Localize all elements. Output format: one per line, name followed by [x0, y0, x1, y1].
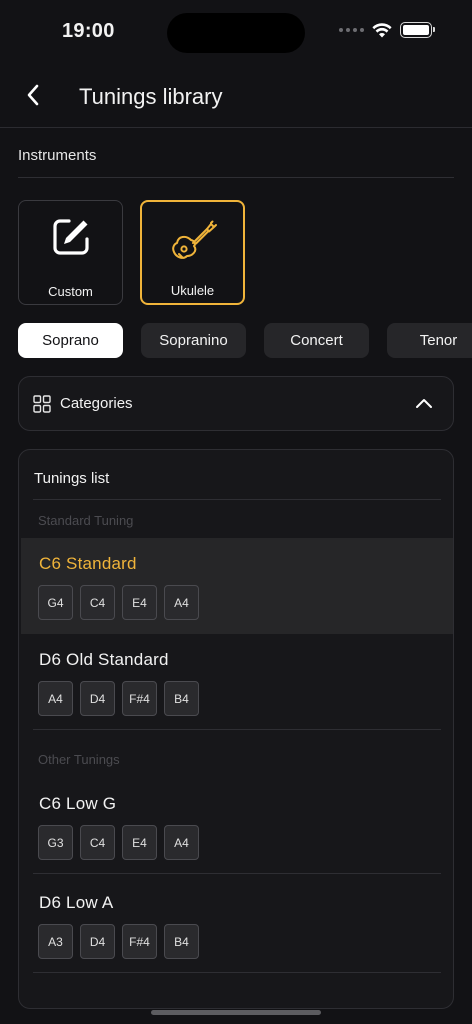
- status-indicators: [339, 22, 435, 38]
- note-chip: E4: [122, 585, 157, 620]
- tuning-name: D6 Low A: [39, 893, 114, 912]
- dynamic-island: [167, 13, 305, 53]
- note-chip: A4: [164, 825, 199, 860]
- battery-icon: [400, 22, 435, 38]
- categories-toggle[interactable]: Categories: [18, 376, 454, 431]
- tuning-row-c6-low-g[interactable]: C6 Low G G3 C4 E4 A4: [21, 778, 453, 874]
- note-chip: F#4: [122, 681, 157, 716]
- status-time: 19:00: [62, 20, 115, 42]
- divider: [33, 873, 441, 874]
- note-chip: B4: [164, 924, 199, 959]
- nav-bar: Tunings library: [0, 64, 472, 128]
- note-chip: C4: [80, 825, 115, 860]
- tuning-notes: G4 C4 E4 A4: [38, 585, 199, 620]
- note-chip: C4: [80, 585, 115, 620]
- instrument-ukulele[interactable]: Ukulele: [140, 200, 245, 305]
- categories-label: Categories: [60, 395, 133, 412]
- home-indicator[interactable]: [151, 1010, 321, 1015]
- page-title: Tunings library: [79, 84, 223, 109]
- note-chip: G3: [38, 825, 73, 860]
- edit-icon: [52, 219, 89, 255]
- tab-sopranino[interactable]: Sopranino: [141, 323, 246, 358]
- tunings-list: Tunings list Standard Tuning C6 Standard…: [18, 449, 454, 1009]
- note-chip: A3: [38, 924, 73, 959]
- tuning-notes: G3 C4 E4 A4: [38, 825, 199, 860]
- chevron-up-icon: [416, 399, 432, 408]
- divider: [33, 499, 441, 500]
- instrument-label: Custom: [48, 284, 93, 299]
- note-chip: A4: [38, 681, 73, 716]
- note-chip: B4: [164, 681, 199, 716]
- divider: [33, 729, 441, 730]
- tuning-row-c6-standard[interactable]: C6 Standard G4 C4 E4 A4: [21, 538, 453, 634]
- back-button[interactable]: [16, 78, 50, 112]
- tuning-notes: A4 D4 F#4 B4: [38, 681, 199, 716]
- wifi-icon: [372, 23, 392, 38]
- note-chip: F#4: [122, 924, 157, 959]
- tab-tenor[interactable]: Tenor: [387, 323, 472, 358]
- tuning-row-d6-old-standard[interactable]: D6 Old Standard A4 D4 F#4 B4: [21, 634, 453, 730]
- divider: [18, 177, 454, 178]
- ukulele-icon: [171, 220, 217, 259]
- tuning-name: C6 Low G: [39, 794, 117, 813]
- tuning-name: C6 Standard: [39, 554, 137, 573]
- note-chip: D4: [80, 681, 115, 716]
- divider: [33, 972, 441, 973]
- group-header-standard: Standard Tuning: [38, 513, 134, 528]
- tuning-notes: A3 D4 F#4 B4: [38, 924, 199, 959]
- status-bar: 19:00: [0, 0, 472, 64]
- group-header-other: Other Tunings: [38, 752, 120, 767]
- instrument-custom[interactable]: Custom: [18, 200, 123, 305]
- tunings-list-title: Tunings list: [34, 470, 110, 487]
- chevron-left-icon: [27, 84, 39, 106]
- categories-grid-icon: [33, 395, 51, 413]
- tab-concert[interactable]: Concert: [264, 323, 369, 358]
- instrument-label: Ukulele: [170, 283, 215, 298]
- note-chip: E4: [122, 825, 157, 860]
- tab-soprano[interactable]: Soprano: [18, 323, 123, 358]
- tuning-row-d6-low-a[interactable]: D6 Low A A3 D4 F#4 B4: [21, 877, 453, 973]
- note-chip: D4: [80, 924, 115, 959]
- tuning-name: D6 Old Standard: [39, 650, 169, 669]
- cellular-signal-icon: [339, 28, 364, 32]
- note-chip: G4: [38, 585, 73, 620]
- note-chip: A4: [164, 585, 199, 620]
- instruments-label: Instruments: [18, 147, 97, 164]
